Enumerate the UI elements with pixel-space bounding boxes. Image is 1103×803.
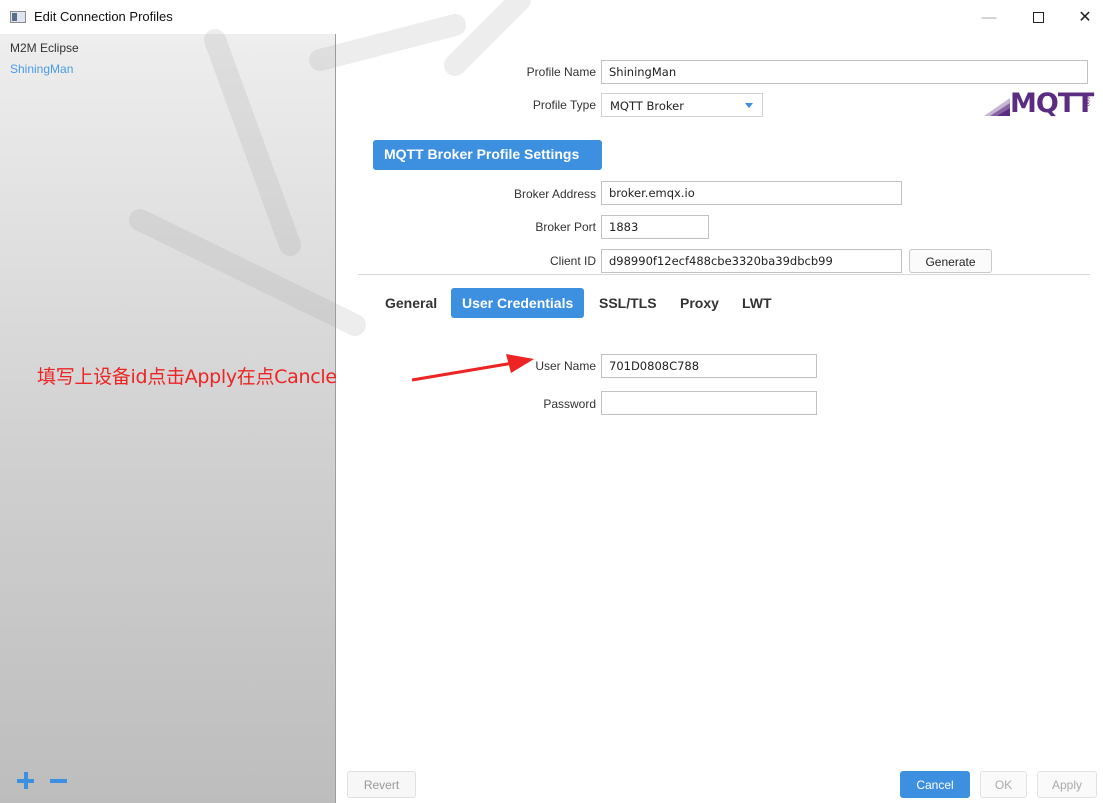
password-input[interactable]	[601, 391, 817, 415]
profile-name-input[interactable]: ShiningMan	[601, 60, 1088, 84]
tab-general[interactable]: General	[385, 288, 437, 318]
apply-button[interactable]: Apply	[1037, 771, 1097, 798]
profile-name-label: Profile Name	[526, 65, 596, 79]
broker-port-input[interactable]: 1883	[601, 215, 709, 239]
mqtt-logo: MQTT 1999	[982, 88, 1094, 122]
close-button[interactable]: ✕	[1071, 4, 1099, 30]
minimize-button[interactable]: —	[975, 4, 1003, 30]
divider	[358, 274, 1090, 275]
broker-address-input[interactable]: broker.emqx.io	[601, 181, 902, 205]
annotation-arrow-icon	[411, 354, 534, 382]
profile-list-sidebar: M2M Eclipse ShiningMan	[0, 34, 336, 803]
maximize-icon	[1032, 11, 1044, 23]
app-window-icon	[10, 11, 26, 23]
mqtt-signal-icon	[984, 98, 1010, 116]
tab-lwt[interactable]: LWT	[742, 288, 772, 318]
broker-port-label: Broker Port	[535, 220, 596, 234]
title-bar: Edit Connection Profiles — ✕	[0, 0, 1103, 34]
password-label: Password	[543, 397, 596, 411]
chevron-down-icon	[745, 103, 753, 108]
maximize-button[interactable]	[1024, 4, 1052, 30]
revert-button[interactable]: Revert	[347, 771, 416, 798]
minus-icon[interactable]	[50, 779, 67, 783]
client-id-label: Client ID	[549, 254, 596, 268]
tab-user-credentials[interactable]: User Credentials	[451, 288, 585, 318]
client-id-input[interactable]: d98990f12ecf488cbe3320ba39dbcb99	[601, 249, 902, 273]
sidebar-item-shiningman[interactable]: ShiningMan	[10, 62, 73, 76]
profile-type-label: Profile Type	[532, 98, 596, 112]
sidebar-item-m2m-eclipse[interactable]: M2M Eclipse	[10, 41, 79, 55]
mqtt-logo-text: MQTT	[1010, 88, 1094, 119]
tab-proxy[interactable]: Proxy	[680, 288, 719, 318]
annotation-text: 填写上设备id点击Apply在点Cancle	[37, 366, 337, 388]
plus-icon[interactable]	[17, 772, 35, 790]
mqtt-logo-year: 1999	[1083, 93, 1089, 107]
profile-type-select[interactable]: MQTT Broker	[601, 93, 763, 117]
tab-ssl-tls[interactable]: SSL/TLS	[599, 288, 657, 318]
user-name-input[interactable]: 701D0808C788	[601, 354, 817, 378]
window-title: Edit Connection Profiles	[34, 9, 173, 24]
generate-button[interactable]: Generate	[909, 249, 992, 273]
cancel-button[interactable]: Cancel	[900, 771, 970, 798]
ok-button[interactable]: OK	[980, 771, 1027, 798]
profile-type-value: MQTT Broker	[610, 99, 684, 113]
broker-address-label: Broker Address	[513, 187, 596, 201]
broker-settings-header: MQTT Broker Profile Settings	[373, 140, 602, 170]
